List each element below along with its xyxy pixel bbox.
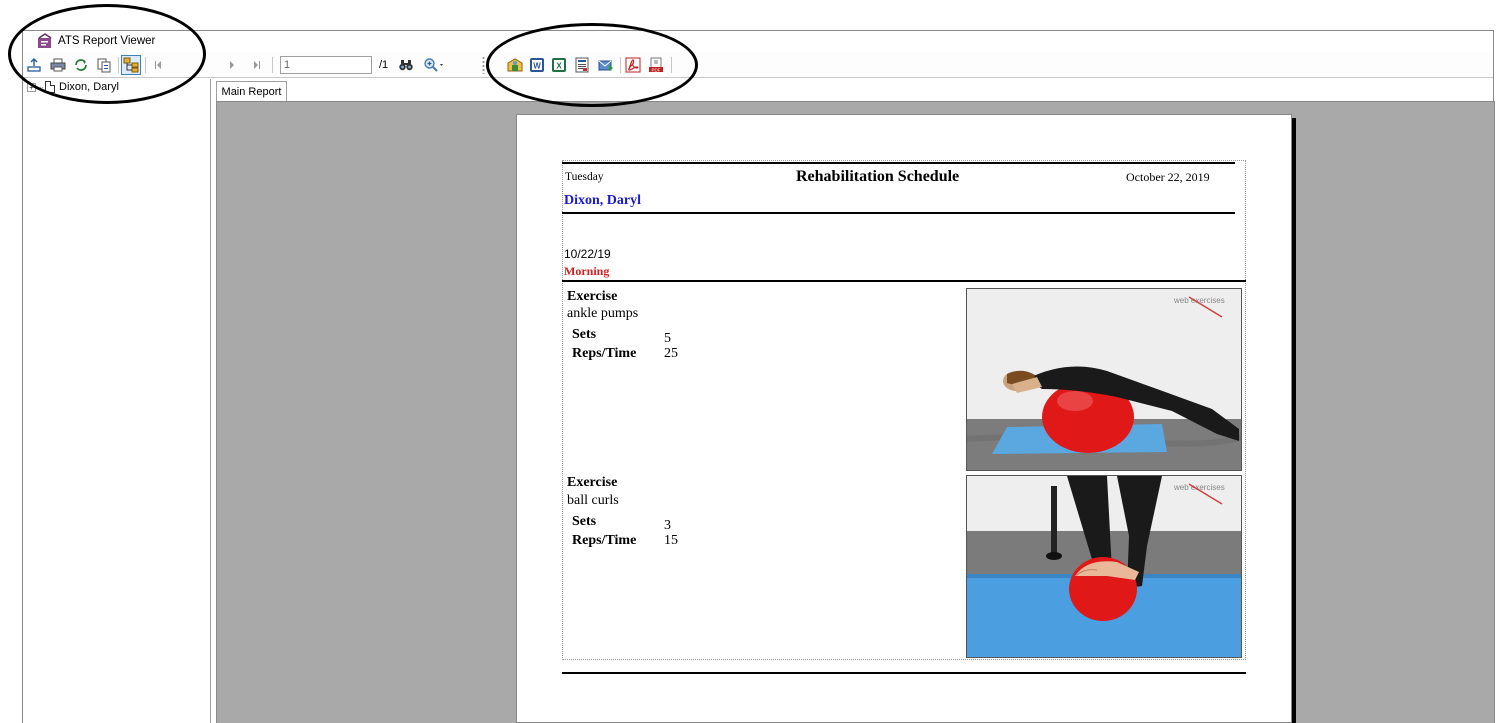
app-icon (37, 33, 53, 49)
open-icon[interactable] (505, 55, 525, 75)
toolbar-separator (118, 57, 119, 73)
group-tree-icon[interactable] (121, 55, 141, 75)
binoculars-icon[interactable] (396, 55, 416, 75)
header-rule-bottom (562, 212, 1235, 214)
exercise-photo: web exercises (966, 288, 1242, 471)
exercise-heading: Exercise (567, 289, 618, 304)
email-icon[interactable] (596, 55, 616, 75)
page-number-input[interactable] (280, 56, 372, 74)
reps-label: Reps/Time (572, 533, 637, 548)
reps-label: Reps/Time (572, 346, 637, 361)
svg-text:W: W (533, 62, 541, 71)
toolbar-separator (620, 57, 621, 73)
toolbar: /1 W X PDF (23, 52, 1493, 78)
excel-icon[interactable]: X (549, 55, 569, 75)
page-total: /1 (379, 59, 389, 71)
group-tree-panel: + Dixon, Daryl (23, 79, 211, 723)
session-date: 10/22/19 (564, 247, 611, 261)
word-icon[interactable]: W (527, 55, 547, 75)
tab-label: Main Report (221, 85, 282, 98)
refresh-icon[interactable] (71, 55, 91, 75)
session-rule (562, 280, 1246, 282)
toolbar-separator (272, 57, 273, 73)
toolbar-separator (671, 57, 672, 73)
report-day: Tuesday (565, 171, 604, 183)
page-footer-rule (562, 672, 1246, 674)
sets-value: 3 (664, 518, 671, 533)
next-page-icon[interactable] (222, 55, 242, 75)
report-date: October 22, 2019 (1126, 170, 1210, 184)
rtf-icon[interactable] (572, 55, 592, 75)
sets-label: Sets (572, 514, 597, 529)
tab-main-report[interactable]: Main Report (216, 81, 287, 101)
report-title: Rehabilitation Schedule (796, 168, 960, 185)
export-icon[interactable] (24, 55, 44, 75)
sets-value: 5 (664, 331, 671, 346)
copy-icon[interactable] (94, 55, 114, 75)
patient-name: Dixon, Daryl (564, 193, 641, 208)
svg-text:PDF: PDF (652, 67, 661, 72)
pdf-icon[interactable] (623, 55, 643, 75)
reps-value: 15 (664, 533, 678, 548)
sets-label: Sets (572, 327, 597, 342)
exercise-heading: Exercise (567, 475, 618, 490)
exercise-photo: web exercises (966, 475, 1242, 658)
header-rule-top (562, 162, 1235, 164)
title-bar: ATS Report Viewer (23, 31, 1493, 51)
tree-item[interactable]: + Dixon, Daryl (27, 81, 119, 93)
svg-text:X: X (556, 62, 562, 71)
first-page-icon[interactable] (148, 55, 168, 75)
tree-item-label: Dixon, Daryl (59, 81, 119, 93)
exercise-name: ball curls (567, 493, 619, 508)
zoom-icon[interactable] (420, 55, 448, 75)
tree-connector (38, 86, 43, 88)
pdf-save-icon[interactable]: PDF (646, 55, 666, 75)
toolbar-grip (482, 56, 485, 74)
reps-value: 25 (664, 346, 678, 361)
window-title: ATS Report Viewer (58, 35, 156, 47)
last-page-icon[interactable] (247, 55, 267, 75)
document-icon (45, 81, 55, 93)
session-time: Morning (564, 264, 610, 278)
toolbar-separator (145, 57, 146, 73)
tree-expander-icon[interactable]: + (27, 82, 36, 92)
print-icon[interactable] (48, 55, 68, 75)
exercise-name: ankle pumps (567, 306, 639, 321)
